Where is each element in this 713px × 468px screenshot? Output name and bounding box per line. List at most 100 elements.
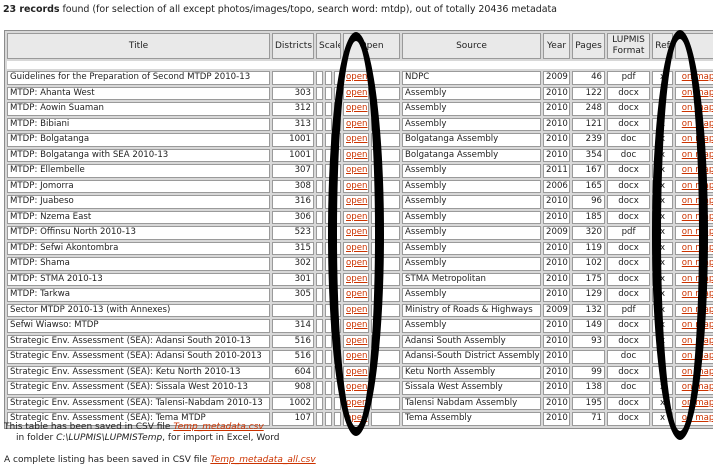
row-map-link[interactable]: on map: [682, 165, 713, 175]
row-open-link[interactable]: open: [346, 72, 367, 82]
row-open-link-cell[interactable]: open: [343, 396, 370, 410]
row-open-link[interactable]: open: [346, 243, 367, 253]
row-map-link-cell[interactable]: on map: [675, 164, 713, 178]
row-open-link[interactable]: open: [346, 103, 367, 113]
row-open-link-cell[interactable]: open: [343, 133, 370, 147]
row-map-link-cell[interactable]: on map: [675, 396, 713, 410]
row-map-link[interactable]: on map: [682, 305, 713, 315]
row-map-link-cell[interactable]: on map: [675, 288, 713, 302]
row-open-link-cell[interactable]: open: [343, 257, 370, 271]
row-map-link-cell[interactable]: on map: [675, 365, 713, 379]
row-open-link[interactable]: open: [346, 336, 367, 346]
col-format[interactable]: LUPMIS Format: [607, 33, 651, 59]
row-map-link-cell[interactable]: on map: [675, 303, 713, 317]
row-open-link-cell[interactable]: open: [343, 226, 370, 240]
row-open-link-cell[interactable]: open: [343, 195, 370, 209]
row-map-link-cell[interactable]: on map: [675, 86, 713, 100]
row-open-link-cell[interactable]: open: [343, 412, 370, 426]
row-open-link-cell[interactable]: open: [343, 210, 370, 224]
row-open-link[interactable]: open: [346, 274, 367, 284]
row-map-link[interactable]: on map: [682, 196, 713, 206]
row-open-link[interactable]: open: [346, 258, 367, 268]
row-map-link[interactable]: on map: [682, 351, 713, 361]
row-map-link[interactable]: on map: [682, 367, 713, 377]
row-open-link-cell[interactable]: open: [343, 381, 370, 395]
row-open-link[interactable]: open: [346, 382, 367, 392]
row-map-link[interactable]: on map: [682, 289, 713, 299]
row-map-link-cell[interactable]: on map: [675, 117, 713, 131]
row-open-link[interactable]: open: [346, 212, 367, 222]
row-open-link[interactable]: open: [346, 196, 367, 206]
col-year[interactable]: Year: [543, 33, 571, 59]
row-open-link[interactable]: open: [346, 305, 367, 315]
row-open-link-cell[interactable]: open: [343, 365, 370, 379]
col-scale[interactable]: Scale: [316, 33, 342, 59]
row-open-link[interactable]: open: [346, 88, 367, 98]
row-map-link-cell[interactable]: on map: [675, 272, 713, 286]
row-map-link[interactable]: on map: [682, 258, 713, 268]
col-title[interactable]: Title: [7, 33, 270, 59]
row-map-link[interactable]: on map: [682, 382, 713, 392]
row-map-link[interactable]: on map: [682, 72, 713, 82]
row-open-link-cell[interactable]: open: [343, 241, 370, 255]
csv-all-file-link[interactable]: Temp_metadata_all.csv: [210, 455, 315, 465]
row-open-link-cell[interactable]: open: [343, 117, 370, 131]
row-open-link-cell[interactable]: open: [343, 179, 370, 193]
col-districts[interactable]: Districts: [272, 33, 314, 59]
row-map-link[interactable]: on map: [682, 336, 713, 346]
row-open-link[interactable]: open: [346, 134, 367, 144]
row-map-link-cell[interactable]: on map: [675, 210, 713, 224]
row-map-link-cell[interactable]: on map: [675, 179, 713, 193]
row-map-link[interactable]: on map: [682, 212, 713, 222]
row-map-link[interactable]: on map: [682, 413, 713, 423]
row-open-link-cell[interactable]: open: [343, 102, 370, 116]
row-map-link-cell[interactable]: on map: [675, 350, 713, 364]
row-open-link-cell[interactable]: open: [343, 164, 370, 178]
row-open-link-cell[interactable]: open: [343, 288, 370, 302]
row-map-link-cell[interactable]: on map: [675, 71, 713, 85]
row-map-link[interactable]: on map: [682, 150, 713, 160]
csv-file-link[interactable]: Temp_metadata.csv: [173, 422, 263, 432]
row-map-link-cell[interactable]: on map: [675, 257, 713, 271]
row-open-link-cell[interactable]: open: [343, 148, 370, 162]
row-map-link[interactable]: on map: [682, 88, 713, 98]
row-map-link-cell[interactable]: on map: [675, 195, 713, 209]
row-open-link[interactable]: open: [346, 413, 367, 423]
row-map-link[interactable]: on map: [682, 398, 713, 408]
row-map-link[interactable]: on map: [682, 134, 713, 144]
row-open-link[interactable]: open: [346, 227, 367, 237]
row-open-link[interactable]: open: [346, 367, 367, 377]
row-map-link[interactable]: on map: [682, 320, 713, 330]
row-map-link[interactable]: on map: [682, 181, 713, 191]
row-map-link[interactable]: on map: [682, 227, 713, 237]
row-open-link-cell[interactable]: open: [343, 319, 370, 333]
row-open-link[interactable]: open: [346, 181, 367, 191]
row-map-link[interactable]: on map: [682, 119, 713, 129]
row-open-link-cell[interactable]: open: [343, 71, 370, 85]
row-open-link[interactable]: open: [346, 351, 367, 361]
row-open-link-cell[interactable]: open: [343, 350, 370, 364]
row-map-link[interactable]: on map: [682, 274, 713, 284]
row-open-link[interactable]: open: [346, 165, 367, 175]
row-open-link-cell[interactable]: open: [343, 303, 370, 317]
row-map-link[interactable]: on map: [682, 243, 713, 253]
row-open-link[interactable]: open: [346, 320, 367, 330]
row-map-link-cell[interactable]: on map: [675, 226, 713, 240]
col-source[interactable]: Source: [402, 33, 542, 59]
row-map-link-cell[interactable]: on map: [675, 319, 713, 333]
row-map-link[interactable]: on map: [682, 103, 713, 113]
row-map-link-cell[interactable]: on map: [675, 133, 713, 147]
row-map-link-cell[interactable]: on map: [675, 241, 713, 255]
row-map-link-cell[interactable]: on map: [675, 381, 713, 395]
row-open-link-cell[interactable]: open: [343, 334, 370, 348]
row-open-link[interactable]: open: [346, 289, 367, 299]
row-open-link[interactable]: open: [346, 150, 367, 160]
col-ref[interactable]: Ref: [652, 33, 674, 59]
row-map-link-cell[interactable]: on map: [675, 412, 713, 426]
col-open[interactable]: Open: [343, 33, 401, 59]
row-open-link-cell[interactable]: open: [343, 272, 370, 286]
col-pages[interactable]: Pages: [572, 33, 606, 59]
row-map-link-cell[interactable]: on map: [675, 334, 713, 348]
row-map-link-cell[interactable]: on map: [675, 148, 713, 162]
row-open-link-cell[interactable]: open: [343, 86, 370, 100]
